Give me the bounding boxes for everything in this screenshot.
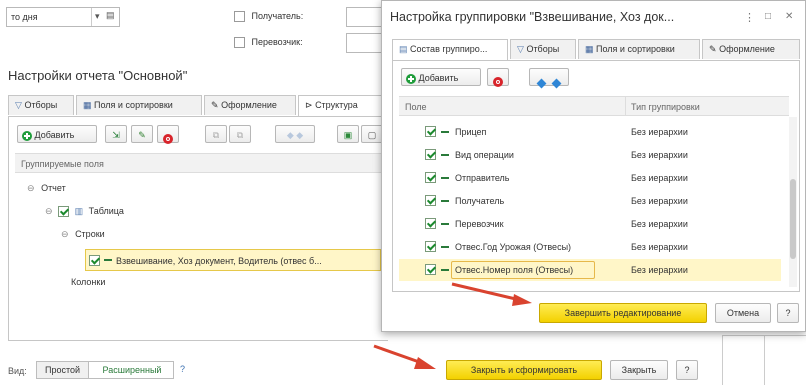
arrow-to-close-generate-button [373,344,436,369]
arrow-to-finish-button [451,282,532,306]
annotation-arrows [373,282,532,369]
